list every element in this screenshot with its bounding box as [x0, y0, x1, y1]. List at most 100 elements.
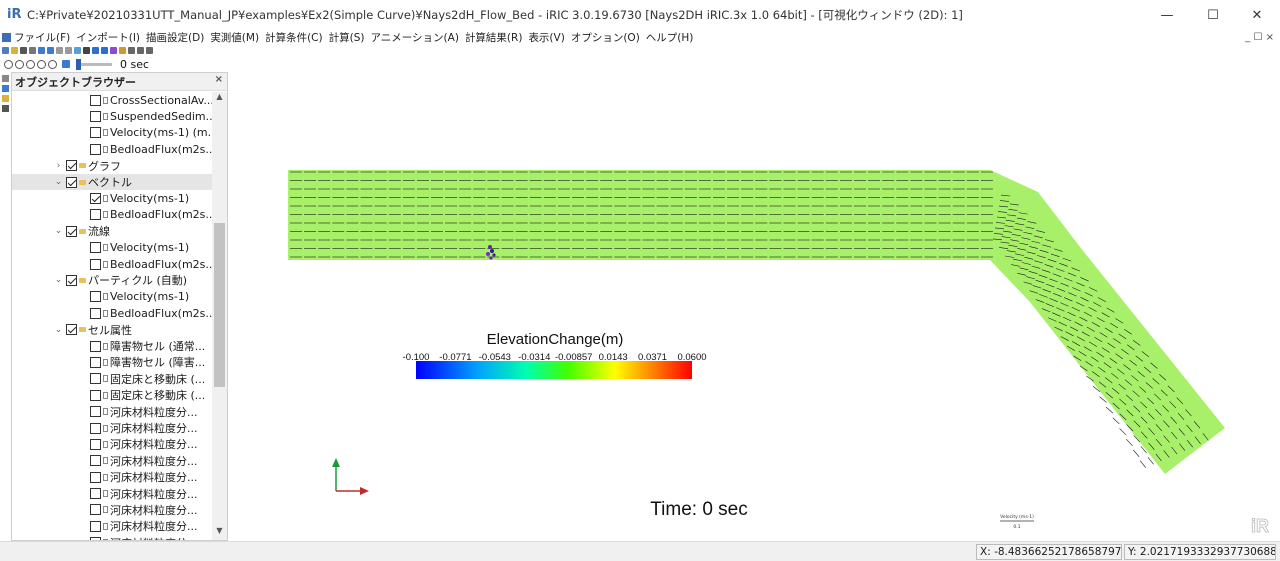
visibility-checkbox[interactable] — [90, 406, 101, 418]
visibility-checkbox[interactable] — [90, 373, 101, 385]
tree-row[interactable]: 河床材料粒度分... — [12, 485, 212, 501]
visibility-checkbox[interactable] — [90, 340, 101, 352]
play-icon[interactable] — [26, 59, 35, 69]
tree-row[interactable]: ⌄ 流線 — [12, 223, 212, 239]
collapse-arrow-icon[interactable]: ⌄ — [54, 226, 63, 236]
visibility-checkbox[interactable] — [90, 520, 101, 532]
info-icon[interactable] — [2, 105, 9, 112]
animation-settings-icon[interactable] — [62, 60, 70, 68]
scrollbar-thumb[interactable] — [214, 223, 225, 387]
menu-measured-values[interactable]: 実測値(M) — [210, 30, 259, 45]
visibility-checkbox[interactable] — [90, 537, 101, 540]
grid-icon[interactable] — [110, 46, 117, 54]
undo-icon[interactable] — [38, 46, 45, 54]
tree-row[interactable]: BedloadFlux(m2s... — [12, 256, 212, 272]
tree-row[interactable]: BedloadFlux(m2s... — [12, 141, 212, 157]
visibility-checkbox[interactable] — [90, 455, 101, 467]
menu-options[interactable]: オプション(O) — [571, 30, 640, 45]
tree-row[interactable]: Velocity(ms-1) — [12, 190, 212, 206]
visibility-checkbox[interactable] — [90, 438, 101, 450]
tree-row[interactable]: Velocity(ms-1) — [12, 289, 212, 305]
visibility-checkbox[interactable] — [90, 291, 101, 303]
menu-results[interactable]: 計算結果(R) — [465, 30, 523, 45]
maximize-button[interactable]: ☐ — [1190, 0, 1236, 30]
properties-icon[interactable] — [2, 75, 9, 82]
next-frame-icon[interactable] — [37, 59, 46, 69]
visualization-viewport[interactable]: ElevationChange(m) -0.100 -0.0771 -0.0543-… — [230, 72, 1280, 541]
tree-row[interactable]: 障害物セル (障害... — [12, 354, 212, 370]
visibility-checkbox[interactable] — [66, 176, 77, 188]
tree-row[interactable]: 河床材料粒度分... — [12, 436, 212, 452]
measure-icon[interactable] — [146, 46, 153, 54]
visibility-checkbox[interactable] — [90, 193, 101, 205]
visibility-checkbox[interactable] — [90, 127, 101, 139]
tree-row[interactable]: 河床材料粒度分... — [12, 453, 212, 469]
tree-row[interactable]: 河床材料粒度分... — [12, 420, 212, 436]
visibility-checkbox[interactable] — [66, 324, 77, 336]
tree-row[interactable]: ⌄ ベクトル — [12, 173, 212, 191]
tree-row[interactable]: › グラフ — [12, 158, 212, 174]
save-icon[interactable] — [20, 46, 27, 54]
visibility-checkbox[interactable] — [90, 422, 101, 434]
run-icon[interactable] — [92, 46, 99, 54]
object-browser-close-button[interactable]: × — [215, 74, 223, 85]
tree-row[interactable]: Velocity(ms-1) (m... — [12, 125, 212, 141]
tree-row[interactable]: 河床材料粒度分... — [12, 502, 212, 518]
viewport-canvas[interactable]: ElevationChange(m) -0.100 -0.0771 -0.0543-… — [230, 72, 1280, 541]
close-button[interactable]: ✕ — [1234, 0, 1280, 30]
zoom-in-icon[interactable] — [56, 46, 63, 54]
tree-row[interactable]: 河床材料粒度分... — [12, 535, 212, 540]
last-frame-icon[interactable] — [48, 59, 57, 69]
collapse-arrow-icon[interactable]: ⌄ — [54, 177, 63, 187]
tree-row[interactable]: 河床材料粒度分... — [12, 469, 212, 485]
collapse-arrow-icon[interactable]: ⌄ — [54, 275, 63, 285]
tree-row[interactable]: 固定床と移動床 (... — [12, 387, 212, 403]
zoom-out-icon[interactable] — [65, 46, 72, 54]
visibility-checkbox[interactable] — [90, 307, 101, 319]
menu-calc-conditions[interactable]: 計算条件(C) — [265, 30, 323, 45]
visibility-checkbox[interactable] — [90, 504, 101, 516]
tree-row[interactable]: 障害物セル (通常... — [12, 338, 212, 354]
time-slider-thumb[interactable] — [76, 58, 81, 70]
first-frame-icon[interactable] — [4, 59, 13, 69]
visibility-checkbox[interactable] — [90, 94, 101, 106]
menu-help[interactable]: ヘルプ(H) — [646, 30, 694, 45]
stop-icon[interactable] — [101, 46, 108, 54]
visibility-checkbox[interactable] — [66, 274, 77, 286]
object-browser-scrollbar[interactable]: ▲ ▼ — [212, 92, 227, 540]
tree-row[interactable]: BedloadFlux(m2s... — [12, 305, 212, 321]
visibility-checkbox[interactable] — [90, 143, 101, 155]
menu-draw-settings[interactable]: 描画設定(D) — [146, 30, 204, 45]
minimize-button[interactable]: — — [1144, 0, 1190, 30]
tree-row[interactable]: 固定床と移動床 (... — [12, 371, 212, 387]
open-project-icon[interactable] — [11, 46, 18, 54]
menu-simulation[interactable]: 計算(S) — [329, 30, 365, 45]
mdi-controls[interactable]: _ ☐ × — [1245, 32, 1274, 43]
redo-icon[interactable] — [47, 46, 54, 54]
tree-row[interactable]: BedloadFlux(m2s... — [12, 207, 212, 223]
prev-frame-icon[interactable] — [15, 59, 24, 69]
snapshot-icon[interactable] — [29, 46, 36, 54]
scroll-down-arrow-icon[interactable]: ▼ — [212, 526, 227, 540]
visibility-checkbox[interactable] — [90, 471, 101, 483]
time-slider[interactable] — [76, 58, 112, 70]
pointer-icon[interactable] — [128, 46, 135, 54]
visibility-checkbox[interactable] — [66, 160, 77, 172]
visibility-checkbox[interactable] — [66, 225, 77, 237]
palette-icon[interactable] — [2, 95, 9, 102]
collapse-arrow-icon[interactable]: ⌄ — [54, 325, 63, 335]
menu-import[interactable]: インポート(I) — [76, 30, 140, 45]
edit-icon[interactable] — [119, 46, 126, 54]
tree-row[interactable]: Velocity(ms-1) — [12, 240, 212, 256]
fit-icon[interactable] — [74, 46, 81, 54]
visibility-checkbox[interactable] — [90, 242, 101, 254]
visibility-checkbox[interactable] — [90, 111, 101, 123]
tree-row[interactable]: CrossSectionalAv... — [12, 92, 212, 108]
visibility-checkbox[interactable] — [90, 258, 101, 270]
menu-file[interactable]: ファイル(F) — [14, 30, 70, 45]
select-icon[interactable] — [137, 46, 144, 54]
visibility-checkbox[interactable] — [90, 389, 101, 401]
menu-view[interactable]: 表示(V) — [528, 30, 564, 45]
visibility-checkbox[interactable] — [90, 356, 101, 368]
tree-row[interactable]: 河床材料粒度分... — [12, 403, 212, 419]
